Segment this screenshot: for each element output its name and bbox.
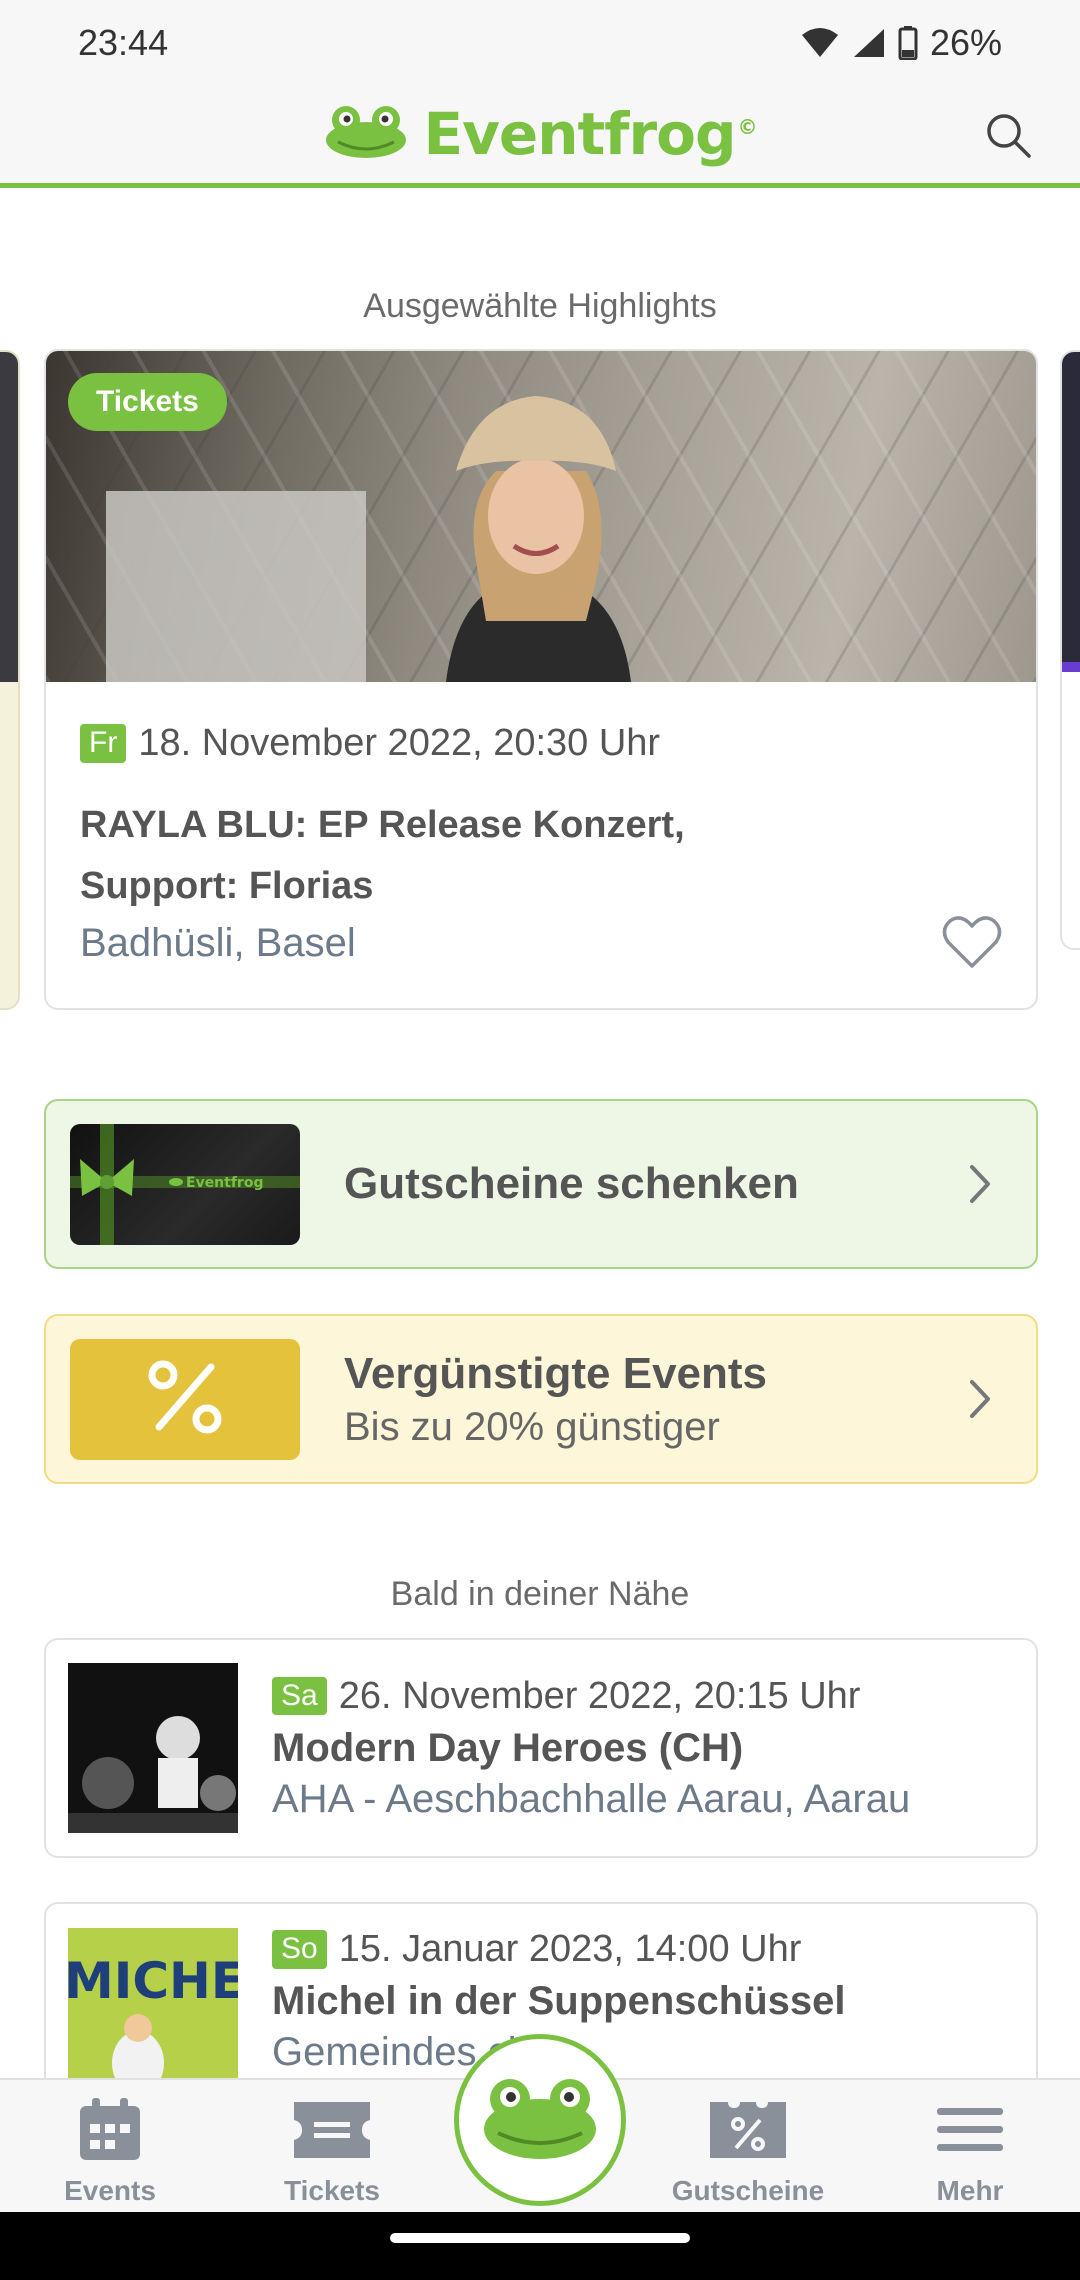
event-venue: Badhüsli, Basel xyxy=(80,920,356,965)
status-icons: 26% xyxy=(800,22,1002,64)
highlights-section-title: Ausgewählte Highlights xyxy=(363,287,717,325)
nav-more[interactable]: Mehr xyxy=(870,2098,1070,2207)
nav-gutscheine-label: Gutscheine xyxy=(671,2175,825,2206)
nav-events-label: Events xyxy=(64,2175,156,2206)
gift-voucher-banner[interactable]: Eventfrog Gutscheine schenken xyxy=(44,1099,1038,1269)
event-title: Michel in der Suppenschüssel xyxy=(272,1979,846,2023)
frog-logo-icon xyxy=(324,104,408,165)
search-icon xyxy=(984,111,1032,164)
event-date-text: 18. November 2022, 20:30 Uhr xyxy=(138,722,661,764)
system-navigation-bar xyxy=(0,2212,1080,2280)
app-header: Eventfrog © xyxy=(0,85,1080,188)
chevron-right-icon xyxy=(960,1159,1000,1209)
nearby-section-title: Bald in deiner Nähe xyxy=(390,1575,690,1613)
tickets-badge: Tickets xyxy=(68,373,227,431)
battery-percent: 26% xyxy=(929,21,1002,63)
percent-icon xyxy=(145,1357,225,1442)
home-gesture-handle[interactable] xyxy=(390,2233,690,2243)
discount-subtitle: Bis zu 20% günstiger xyxy=(344,1404,720,1449)
event-date-text: 26. November 2022, 20:15 Uhr xyxy=(338,1674,861,1717)
voucher-icon xyxy=(708,2098,788,2167)
event-date: Fr 18. November 2022, 20:30 Uhr xyxy=(80,722,1002,765)
event-image: Tickets xyxy=(46,351,1036,682)
nav-more-label: Mehr xyxy=(936,2175,1004,2206)
calendar-icon xyxy=(78,2098,142,2167)
event-thumbnail: MICHEL xyxy=(68,1928,238,2098)
status-bar: 23:44 26% xyxy=(0,0,1080,85)
event-date: Sa 26. November 2022, 20:15 Uhr xyxy=(272,1675,910,1718)
search-button[interactable] xyxy=(976,105,1040,169)
event-title: Modern Day Heroes (CH) xyxy=(272,1725,744,1770)
discount-title: Vergünstigte Events xyxy=(344,1348,768,1398)
status-time: 23:44 xyxy=(78,21,169,63)
chevron-right-icon xyxy=(960,1374,1000,1424)
day-badge: So xyxy=(272,1930,327,1969)
event-list-item[interactable]: Sa 26. November 2022, 20:15 Uhr Modern D… xyxy=(44,1638,1038,1858)
favorite-button[interactable] xyxy=(942,914,1002,970)
event-thumbnail xyxy=(68,1663,238,1833)
event-title: RAYLA BLU: EP Release Konzert, Support: … xyxy=(80,804,685,907)
ticket-icon xyxy=(292,2098,372,2167)
event-venue: AHA - Aeschbachhalle Aarau, Aarau xyxy=(272,1776,911,1821)
day-badge: Fr xyxy=(80,724,127,763)
battery-icon xyxy=(898,25,918,60)
nav-tickets[interactable]: Tickets xyxy=(232,2098,432,2207)
menu-icon xyxy=(935,2098,1005,2167)
highlight-event-card[interactable]: Tickets Fr 18. November 2022, 20:30 Uhr … xyxy=(44,349,1038,1010)
nav-events[interactable]: Events xyxy=(10,2098,210,2207)
brand-logo[interactable]: Eventfrog © xyxy=(324,100,757,168)
day-badge: Sa xyxy=(272,1676,327,1716)
highlight-card-next[interactable] xyxy=(1060,350,1080,950)
performer-photo xyxy=(446,396,631,682)
home-frog-button[interactable] xyxy=(454,2034,626,2206)
voucher-title: Gutscheine schenken xyxy=(344,1159,799,1208)
nav-gutscheine[interactable]: Gutscheine xyxy=(648,2098,848,2207)
brand-name: Eventfrog © xyxy=(423,100,758,168)
signal-icon xyxy=(852,27,886,59)
wifi-icon xyxy=(800,27,840,59)
voucher-thumbnail: Eventfrog xyxy=(70,1123,300,1245)
frog-icon xyxy=(480,2075,600,2166)
discount-thumbnail xyxy=(70,1338,300,1460)
event-date-text: 15. Januar 2023, 14:00 Uhr xyxy=(338,1928,802,1970)
highlight-card-previous[interactable] xyxy=(0,350,20,1010)
voucher-thumb-brand: Eventfrog xyxy=(186,1175,263,1191)
heart-icon xyxy=(942,916,1002,974)
nav-tickets-label: Tickets xyxy=(284,2175,380,2206)
discounted-events-banner[interactable]: Vergünstigte Events Bis zu 20% günstiger xyxy=(44,1314,1038,1484)
event-date: So 15. Januar 2023, 14:00 Uhr xyxy=(272,1928,845,1971)
thumb-title: MICHEL xyxy=(68,1952,238,2010)
